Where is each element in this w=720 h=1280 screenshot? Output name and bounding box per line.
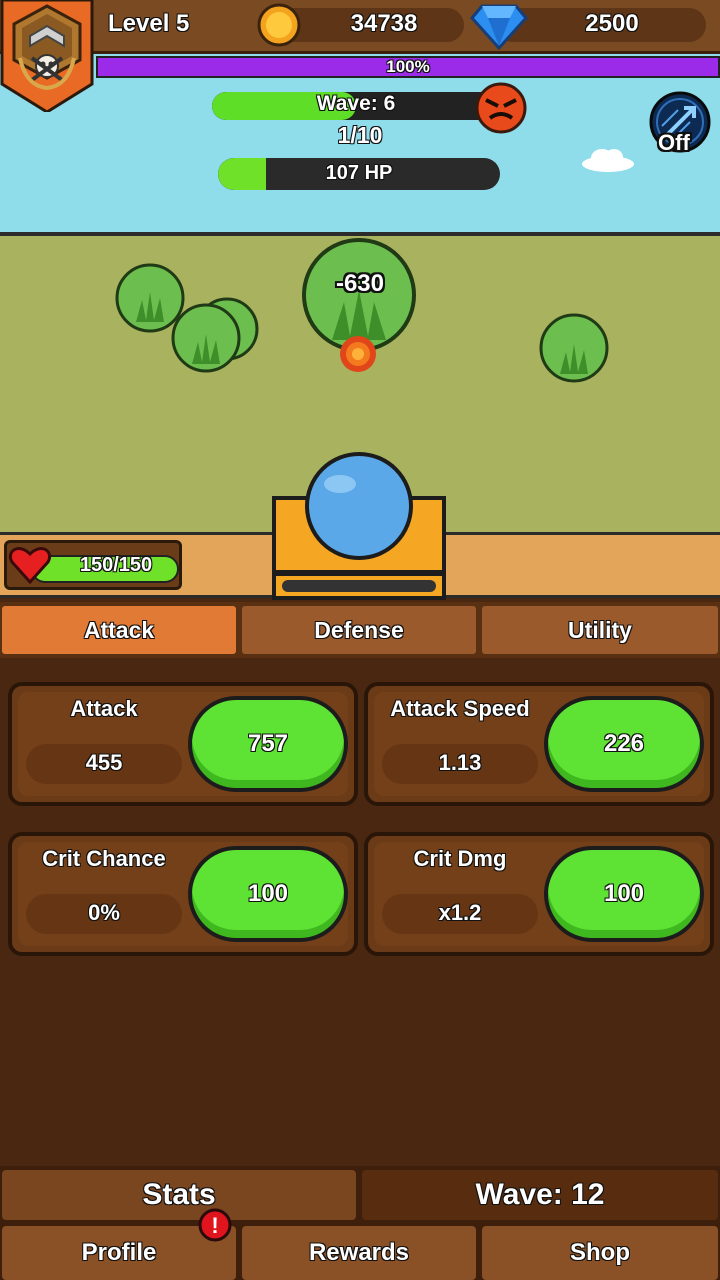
upgrade-crit-dmg-button[interactable]: 100 <box>544 846 704 942</box>
angry-boss-icon <box>475 82 527 134</box>
nav-rewards-button[interactable]: Rewards <box>242 1226 476 1280</box>
stat-name: Attack <box>70 696 138 721</box>
stat-name: Crit Dmg <box>413 846 507 871</box>
stat-value: 1.13 <box>438 750 482 775</box>
stat-value: 455 <box>85 750 123 775</box>
fireball-icon <box>340 336 376 372</box>
alert-badge-icon: ! <box>198 1208 232 1242</box>
gem-value: 2500 <box>585 10 639 37</box>
stat-value: x1.2 <box>438 900 482 925</box>
tab-utility[interactable]: Utility <box>482 606 718 654</box>
player-tower <box>272 452 446 600</box>
wave-progress-text: 1/10 <box>337 122 383 148</box>
stat-card-crit-dmg: Crit Dmg x1.2 100 <box>364 832 714 956</box>
rank-badge-icon[interactable] <box>0 0 96 112</box>
stat-name: Attack Speed <box>390 696 530 721</box>
stat-card-attack: Attack 455 757 <box>8 682 358 806</box>
enemy-hp-text: 107 HP <box>325 162 393 184</box>
xp-percent: 100% <box>386 57 430 76</box>
nav-shop-button[interactable]: Shop <box>482 1226 718 1280</box>
gem-icon <box>470 4 528 50</box>
stat-card-attack-speed: Attack Speed 1.13 226 <box>364 682 714 806</box>
heart-icon <box>9 547 51 585</box>
coin-value: 34738 <box>350 10 418 37</box>
damage-popup: -630 <box>335 270 385 297</box>
upgrade-attack-button[interactable]: 757 <box>188 696 348 792</box>
tab-attack[interactable]: Attack <box>2 606 236 654</box>
cloud-icon <box>582 149 634 172</box>
enemy-bush <box>171 303 241 373</box>
wave-label: Wave: 6 <box>316 92 396 115</box>
alert-badge-text: ! <box>211 1213 218 1238</box>
stats-label[interactable]: Stats <box>2 1170 356 1220</box>
level-label: Level 5 <box>108 10 190 37</box>
stat-name: Crit Chance <box>42 846 166 871</box>
player-hp-text: 150/150 <box>79 554 153 576</box>
coin-icon <box>257 3 301 47</box>
auto-toggle-label[interactable]: Off <box>658 130 690 156</box>
tab-defense[interactable]: Defense <box>242 606 476 654</box>
stat-card-crit-chance: Crit Chance 0% 100 <box>8 832 358 956</box>
upgrade-crit-chance-button[interactable]: 100 <box>188 846 348 942</box>
enemy-bush <box>539 313 609 383</box>
upgrade-attack-speed-button[interactable]: 226 <box>544 696 704 792</box>
stat-value: 0% <box>88 900 120 925</box>
highest-wave-label: Wave: 12 <box>362 1170 718 1220</box>
